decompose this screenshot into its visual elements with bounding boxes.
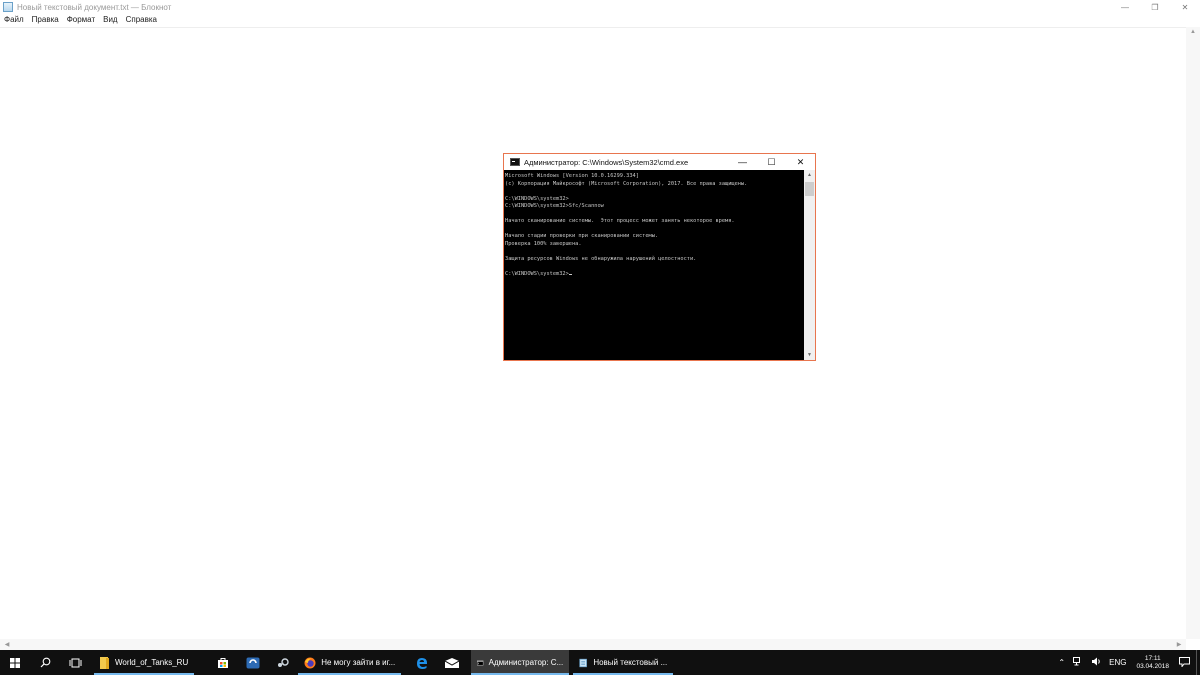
task-view-icon xyxy=(69,658,81,667)
scroll-left-icon[interactable]: ◀ xyxy=(0,639,14,649)
cmd-titlebar[interactable]: Администратор: C:\Windows\System32\cmd.e… xyxy=(504,154,815,170)
notepad-titlebar[interactable]: Новый текстовый документ.txt — Блокнот —… xyxy=(0,0,1200,14)
notepad-title: Новый текстовый документ.txt — Блокнот xyxy=(17,2,172,12)
clock-time: 17:11 xyxy=(1144,654,1161,662)
cmd-vertical-scrollbar[interactable]: ▲ ▼ xyxy=(804,170,815,360)
cmd-icon xyxy=(477,660,484,665)
console-line: Проверка 100% завершена. xyxy=(505,240,582,247)
language-indicator[interactable]: ENG xyxy=(1109,658,1126,667)
taskbar-app-firefox[interactable]: Не могу зайти в иг... xyxy=(298,650,402,675)
cmd-maximize-button[interactable]: ☐ xyxy=(757,154,786,170)
console-line: C:\WINDOWS\system32> xyxy=(505,195,569,202)
notifications-icon[interactable] xyxy=(1179,656,1190,669)
menu-view[interactable]: Вид xyxy=(103,14,117,26)
cmd-console[interactable]: Microsoft Windows [Version 10.0.16299.33… xyxy=(504,170,804,360)
search-icon xyxy=(40,657,50,668)
store-icon xyxy=(218,657,229,668)
notepad-menubar: Файл Правка Формат Вид Справка xyxy=(0,14,165,26)
notepad-horizontal-scrollbar[interactable]: ◀ ▶ xyxy=(0,639,1186,650)
taskbar-app-mail[interactable] xyxy=(437,650,467,675)
taskbar-app-notepad[interactable]: Новый текстовый ... xyxy=(573,650,674,675)
text-cursor xyxy=(568,273,572,275)
console-prompt-line: C:\WINDOWS\system32> xyxy=(505,271,804,279)
firefox-icon xyxy=(304,657,316,668)
taskbar-app-explorer[interactable]: World_of_Tanks_RU xyxy=(94,650,195,675)
notepad-icon xyxy=(3,2,13,12)
menu-file[interactable]: Файл xyxy=(4,14,24,26)
clock[interactable]: 17:11 03.04.2018 xyxy=(1136,655,1169,671)
cmd-window: Администратор: C:\Windows\System32\cmd.e… xyxy=(503,153,816,361)
console-line: Защита ресурсов Windows не обнаружила на… xyxy=(505,255,697,262)
notepad-icon xyxy=(579,658,588,667)
clock-date: 03.04.2018 xyxy=(1136,662,1169,670)
minimize-button[interactable]: — xyxy=(1110,0,1140,14)
start-button[interactable] xyxy=(0,650,30,675)
search-button[interactable] xyxy=(30,650,60,675)
mail-icon xyxy=(445,657,460,668)
console-prompt: C:\WINDOWS\system32> xyxy=(505,270,569,277)
edge-icon xyxy=(417,657,428,669)
taskbar-app-label: Администратор: C... xyxy=(488,658,564,667)
task-view-button[interactable] xyxy=(60,650,90,675)
scroll-down-icon[interactable]: ▼ xyxy=(804,350,815,360)
steam-icon xyxy=(278,657,289,667)
console-line: Microsoft Windows [Version 10.0.16299.33… xyxy=(505,173,639,179)
app-icon xyxy=(246,657,260,668)
windows-logo-icon xyxy=(10,657,20,668)
cmd-close-button[interactable]: ✕ xyxy=(786,154,815,170)
taskbar-app-edge[interactable] xyxy=(407,650,437,675)
taskbar-app-generic[interactable] xyxy=(238,650,268,675)
folder-icon xyxy=(100,656,109,669)
system-tray: ⌃ ENG 17:11 03.04.2018 xyxy=(1054,650,1200,675)
close-button[interactable]: ✕ xyxy=(1170,0,1200,14)
scroll-up-icon[interactable]: ▲ xyxy=(1186,27,1200,37)
network-icon[interactable] xyxy=(1073,657,1083,668)
cmd-icon xyxy=(510,158,520,166)
scrollbar-thumb[interactable] xyxy=(805,182,814,196)
cmd-title: Администратор: C:\Windows\System32\cmd.e… xyxy=(524,157,689,167)
console-line: C:\WINDOWS\system32>Sfc/Scannow xyxy=(505,203,604,209)
menu-help[interactable]: Справка xyxy=(126,14,157,26)
taskbar-app-label: Новый текстовый ... xyxy=(593,658,668,667)
console-line: (c) Корпорация Майкрософт (Microsoft Cor… xyxy=(505,180,748,187)
restore-button[interactable]: ❐ xyxy=(1140,0,1170,14)
chevron-up-icon[interactable]: ⌃ xyxy=(1058,658,1065,667)
console-line: Начато сканирование системы. Этот процес… xyxy=(505,218,735,224)
taskbar-app-cmd[interactable]: Администратор: C... xyxy=(471,650,570,675)
taskbar-app-label: World_of_Tanks_RU xyxy=(115,658,189,667)
scroll-up-icon[interactable]: ▲ xyxy=(804,170,815,180)
speaker-icon[interactable] xyxy=(1091,657,1101,668)
notepad-vertical-scrollbar[interactable]: ▲ xyxy=(1186,27,1200,639)
taskbar-app-label: Не могу зайти в иг... xyxy=(321,658,396,667)
cmd-minimize-button[interactable]: — xyxy=(728,154,757,170)
menu-format[interactable]: Формат xyxy=(67,14,95,26)
taskbar-app-steam[interactable] xyxy=(268,650,298,675)
show-desktop-button[interactable] xyxy=(1196,650,1200,675)
console-line: Начало стадии проверки при сканировании … xyxy=(505,233,659,239)
taskbar: World_of_Tanks_RU Не могу зайти в иг... xyxy=(0,650,1200,675)
scroll-right-icon[interactable]: ▶ xyxy=(1172,639,1186,649)
menu-edit[interactable]: Правка xyxy=(32,14,59,26)
taskbar-app-store[interactable] xyxy=(208,650,238,675)
